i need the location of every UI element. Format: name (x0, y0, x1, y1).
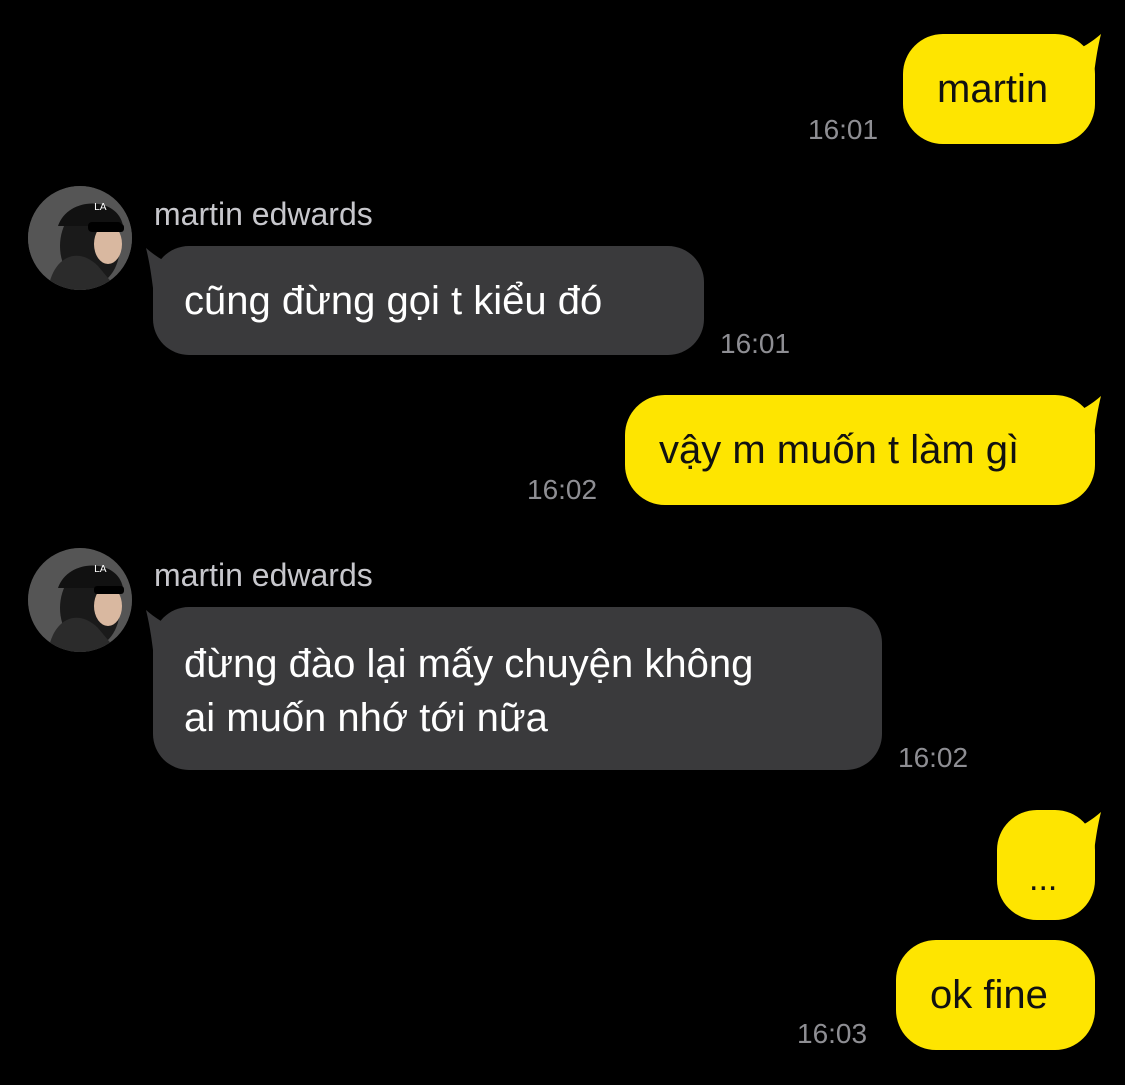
svg-text:LA: LA (94, 202, 107, 213)
outgoing-message-bubble[interactable]: martin (903, 34, 1095, 144)
message-text-line: ai muốn nhớ tới nữa (184, 696, 548, 740)
user-avatar-icon: LA (28, 186, 132, 290)
avatar[interactable]: LA (28, 186, 132, 290)
message-timestamp: 16:03 (797, 1018, 868, 1049)
message-text: ok fine (930, 973, 1048, 1017)
outgoing-message-bubble[interactable]: ok fine (896, 940, 1095, 1050)
user-avatar-icon: LA (28, 548, 132, 652)
chat-thread: 16:01 martin LA martin edwards cũng đừng… (0, 0, 1125, 1085)
incoming-message-bubble[interactable]: đừng đào lại mấy chuyện không ai muốn nh… (153, 607, 882, 770)
avatar[interactable]: LA (28, 548, 132, 652)
message-text: cũng đừng gọi t kiểu đó (184, 279, 603, 323)
message-timestamp: 16:02 (898, 742, 969, 773)
message-timestamp: 16:01 (808, 114, 879, 145)
message-timestamp: 16:02 (527, 474, 598, 505)
message-text-line: đừng đào lại mấy chuyện không (184, 642, 754, 686)
sender-name: martin edwards (154, 196, 373, 232)
message-timestamp: 16:01 (720, 328, 791, 359)
message-text: vậy m muốn t làm gì (659, 428, 1020, 472)
sender-name: martin edwards (154, 557, 373, 593)
message-text: martin (937, 67, 1049, 111)
message-text: ... (1029, 860, 1058, 898)
svg-text:LA: LA (94, 564, 107, 575)
incoming-message-bubble[interactable]: cũng đừng gọi t kiểu đó (153, 246, 704, 355)
outgoing-message-bubble[interactable]: vậy m muốn t làm gì (625, 395, 1095, 505)
outgoing-message-bubble[interactable]: ... (997, 810, 1095, 920)
